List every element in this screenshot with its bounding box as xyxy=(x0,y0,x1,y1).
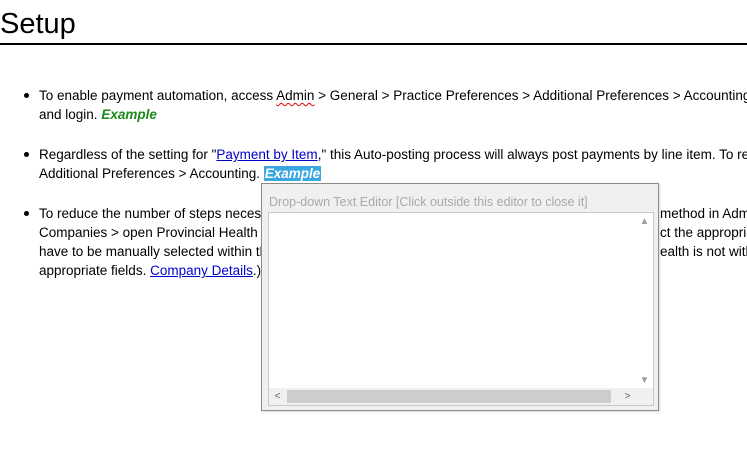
editor-title: Drop-down Text Editor [Click outside thi… xyxy=(269,195,588,209)
bullet-text: To enable payment automation, access xyxy=(39,88,277,103)
bullet-text-right: ct the appropria xyxy=(660,225,747,240)
bullet-text: Additional Preferences > Accounting. xyxy=(39,166,264,181)
title-divider xyxy=(0,43,747,45)
bullet-text: To reduce the number of steps necess xyxy=(39,206,268,221)
vertical-scrollbar[interactable]: ▲ ▼ xyxy=(636,213,653,389)
dropdown-text-editor[interactable]: Drop-down Text Editor [Click outside thi… xyxy=(261,183,659,411)
bullet-text: ," this Auto-posting process will always… xyxy=(317,147,747,162)
page-title: Setup xyxy=(0,8,76,40)
bullet-text-right: ealth is not with xyxy=(660,244,747,259)
bullet-line: Regardless of the setting for "Payment b… xyxy=(39,145,747,164)
bullet-text-right: method in Admi xyxy=(660,206,747,221)
company-details-link[interactable]: Company Details xyxy=(150,263,253,278)
scroll-down-icon[interactable]: ▼ xyxy=(636,372,653,389)
bullet-text: .) xyxy=(252,263,262,278)
scroll-up-icon[interactable]: ▲ xyxy=(636,213,653,230)
scrollbar-corner xyxy=(636,388,653,405)
bullet-text: Regardless of the setting for " xyxy=(39,147,217,162)
bullet-item-payment-automation: To enable payment automation, access Adm… xyxy=(0,86,747,124)
bullet-line: To enable payment automation, access Adm… xyxy=(39,86,747,105)
bullet-text: Companies > open Provincial Health > xyxy=(39,225,270,240)
example-link-selected[interactable]: Example xyxy=(263,166,322,181)
example-link[interactable]: Example xyxy=(101,107,157,122)
bullet-text: and login. xyxy=(39,107,102,122)
horizontal-scroll-thumb[interactable] xyxy=(287,390,611,403)
bullet-line: Additional Preferences > Accounting. Exa… xyxy=(39,164,747,183)
payment-by-item-link[interactable]: Payment by Item xyxy=(216,147,317,162)
bullet-line: and login. Example xyxy=(39,105,747,124)
editor-text-area[interactable]: ▲ ▼ < > xyxy=(268,212,654,406)
bullet-text: have to be manually selected within the xyxy=(39,244,275,259)
scroll-right-icon[interactable]: > xyxy=(619,388,636,405)
scroll-left-icon[interactable]: < xyxy=(269,388,286,405)
bullet-text: appropriate fields. xyxy=(39,263,151,278)
bullet-text: > General > Practice Preferences > Addit… xyxy=(314,88,747,103)
bullet-item-payment-by-item: Regardless of the setting for "Payment b… xyxy=(0,145,747,183)
horizontal-scrollbar[interactable]: < > xyxy=(269,388,653,405)
admin-misspelled-word: Admin xyxy=(276,88,315,103)
